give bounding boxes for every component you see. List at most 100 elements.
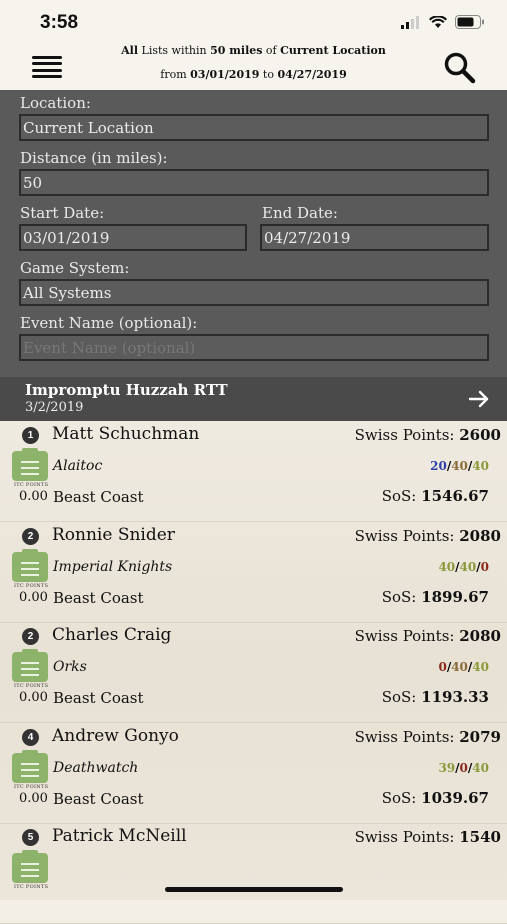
faction-name: Orks <box>53 659 87 675</box>
location-label: Location: <box>20 94 91 112</box>
score-2: 40 <box>451 459 468 473</box>
sos: SoS: 1546.67 <box>382 487 489 505</box>
sos-value: 1546.67 <box>421 487 489 505</box>
itc-points-label: ITC POINTS <box>14 783 49 790</box>
itc-points-label: ITC POINTS <box>14 884 49 890</box>
rank-badge: 1 <box>22 427 39 444</box>
menu-icon-bar <box>32 62 62 66</box>
swiss-points: Swiss Points: 2079 <box>355 728 501 746</box>
list-item[interactable]: 5 Patrick McNeill Swiss Points: 1540 ITC PO… <box>0 823 507 924</box>
swiss-label: Swiss Points: <box>354 727 455 746</box>
itc-points-value: 0.00 <box>19 489 48 504</box>
score-1: 39 <box>438 760 456 775</box>
region-name: Beast Coast <box>53 588 144 607</box>
score-3: 0 <box>480 559 489 574</box>
round-scores: 40/40/0 <box>438 559 489 574</box>
region-name: Beast Coast <box>53 689 144 707</box>
list-item[interactable]: 2 Ronnie Snider Swiss Points: 2080 ITC POIN… <box>0 522 507 623</box>
filter-summary-line1: All Lists within 50 miles of Current Loc… <box>0 44 507 57</box>
player-name: Ronnie Snider <box>52 524 175 545</box>
swiss-value: 2079 <box>459 727 501 746</box>
summary-distance: 50 miles <box>210 44 263 57</box>
arrow-right-icon[interactable] <box>467 387 491 411</box>
status-icons <box>401 15 485 29</box>
search-icon[interactable] <box>443 52 477 84</box>
faction-name: Deathwatch <box>53 759 139 776</box>
sos: SoS: 1193.33 <box>382 688 489 706</box>
swiss-points: Swiss Points: 1540 <box>355 828 501 846</box>
swiss-value: 2080 <box>459 627 501 645</box>
score-3: 40 <box>472 660 489 674</box>
army-list-icon[interactable] <box>12 448 48 481</box>
rank-badge: 4 <box>22 728 39 746</box>
score-1: 40 <box>438 559 456 574</box>
swiss-value: 2600 <box>459 426 501 444</box>
event-name-input[interactable]: Event Name (optional) <box>19 334 489 361</box>
summary-text: Lists within <box>138 44 211 57</box>
army-list-icon[interactable] <box>12 850 48 883</box>
app-header: All Lists within 50 miles of Current Loc… <box>0 44 507 90</box>
swiss-label: Swiss Points: <box>354 526 455 545</box>
region-name: Beast Coast <box>53 488 144 506</box>
battery-icon <box>455 15 484 29</box>
summary-text: from <box>160 68 191 81</box>
faction-name: Alaitoc <box>53 458 103 474</box>
summary-end-date: 04/27/2019 <box>277 68 347 81</box>
swiss-label: Swiss Points: <box>354 426 455 444</box>
game-system-label: Game System: <box>20 259 130 277</box>
summary-start-date: 03/01/2019 <box>190 68 260 81</box>
event-header[interactable]: Impromptu Huzzah RTT 3/2/2019 <box>0 377 507 421</box>
score-2: 40 <box>459 559 477 574</box>
score-3: 40 <box>472 459 489 473</box>
round-scores: 39/0/40 <box>438 760 489 775</box>
signal-icon <box>401 15 419 29</box>
score-3: 40 <box>472 760 489 775</box>
rank-badge: 2 <box>22 527 39 545</box>
list-item[interactable]: 1 Matt Schuchman Swiss Points: 2600 ITC POI… <box>0 421 507 522</box>
status-bar: 3:58 <box>0 0 507 44</box>
home-indicator <box>165 887 343 892</box>
list-item[interactable]: 2 Charles Craig Swiss Points: 2080 ITC POIN… <box>0 622 507 723</box>
list-item[interactable]: 4 Andrew Gonyo Swiss Points: 2079 ITC POINT… <box>0 723 507 824</box>
summary-scope: All <box>121 44 139 57</box>
swiss-value: 2080 <box>459 526 501 545</box>
summary-text: of <box>262 44 281 57</box>
sos-label: SoS: <box>381 688 417 706</box>
swiss-points: Swiss Points: 2080 <box>355 527 501 545</box>
start-date-field[interactable]: 03/01/2019 <box>19 224 247 251</box>
distance-field[interactable]: 50 <box>19 169 489 196</box>
army-list-icon[interactable] <box>12 548 48 582</box>
army-list-icon[interactable] <box>12 749 48 783</box>
results-list: 1 Matt Schuchman Swiss Points: 2600 ITC POI… <box>0 421 507 924</box>
summary-text: to <box>259 68 278 81</box>
game-system-select[interactable]: All Systems <box>19 279 489 306</box>
filter-form: Location: Current Location Distance (in … <box>0 90 507 377</box>
event-title: Impromptu Huzzah RTT <box>25 381 228 399</box>
faction-name: Imperial Knights <box>53 558 173 575</box>
location-field[interactable]: Current Location <box>19 114 489 141</box>
score-1: 20 <box>430 459 447 473</box>
summary-location: Current Location <box>280 44 386 57</box>
score-1: 0 <box>438 660 447 674</box>
region-name: Beast Coast <box>53 789 144 808</box>
player-name: Matt Schuchman <box>52 424 200 444</box>
status-time: 3:58 <box>40 12 79 33</box>
distance-label: Distance (in miles): <box>20 149 168 167</box>
sos-label: SoS: <box>381 487 417 505</box>
start-date-label: Start Date: <box>20 204 105 222</box>
sos-label: SoS: <box>381 788 417 807</box>
itc-points-value: 0.00 <box>19 690 48 705</box>
itc-points-value: 0.00 <box>19 589 48 605</box>
army-list-icon[interactable] <box>12 649 48 682</box>
score-2: 40 <box>451 660 468 674</box>
swiss-points: Swiss Points: 2080 <box>355 627 501 645</box>
round-scores: 20/40/40 <box>430 459 489 473</box>
sos-value: 1039.67 <box>421 788 489 807</box>
event-name-label: Event Name (optional): <box>20 314 198 332</box>
end-date-field[interactable]: 04/27/2019 <box>260 224 489 251</box>
sos-value: 1899.67 <box>421 587 489 606</box>
sos: SoS: 1899.67 <box>382 588 489 606</box>
sos-value: 1193.33 <box>421 688 489 706</box>
rank-badge: 2 <box>22 628 39 645</box>
end-date-label: End Date: <box>262 204 338 222</box>
